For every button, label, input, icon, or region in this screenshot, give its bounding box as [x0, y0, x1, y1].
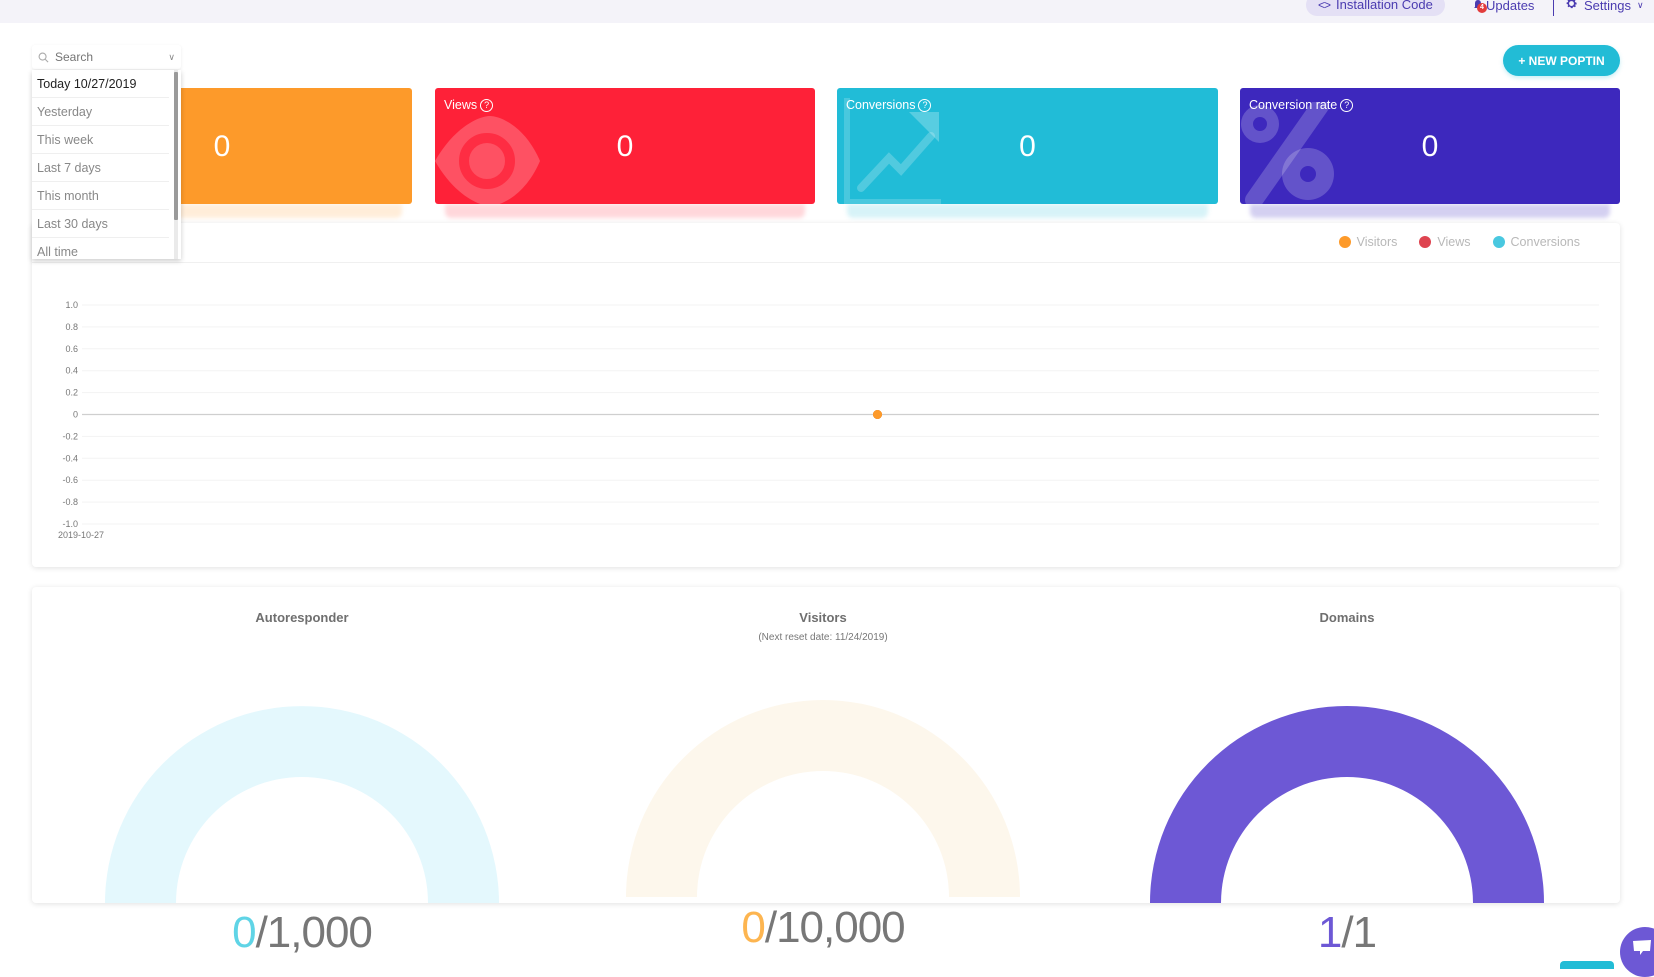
used-count: 0 — [741, 903, 766, 952]
dropdown-item-last-7-days[interactable]: Last 7 days — [32, 154, 169, 182]
y-tick-label: 0.2 — [65, 388, 78, 398]
stat-card-views: Views ? 0 — [435, 88, 815, 204]
gauge-subtitle-visitors: (Next reset date: 11/24/2019) — [758, 632, 888, 643]
updates-button[interactable]: 4 Updates — [1472, 0, 1534, 16]
scrollbar-thumb[interactable] — [174, 72, 178, 220]
x-tick-label: 2019-10-27 — [58, 530, 104, 540]
dropdown-item-this-week[interactable]: This week — [32, 126, 169, 154]
stat-label: Conversions ? — [846, 98, 932, 112]
gauge-fill-domains — [1150, 705, 1544, 903]
stat-label: Views ? — [444, 98, 494, 112]
y-tick-label: -0.4 — [62, 453, 78, 463]
top-bar: <> Installation Code 4 Updates Settings … — [0, 0, 1654, 23]
dropdown-item-this-month[interactable]: This month — [32, 182, 169, 210]
stat-card-conversions: Conversions ? 0 — [837, 88, 1218, 204]
gauge-count-visitors: 0/10,000 — [623, 903, 1023, 953]
data-point-visitors — [873, 410, 882, 419]
count-separator: / — [1341, 908, 1353, 957]
chevron-down-icon[interactable]: ∨ — [168, 52, 175, 63]
dropdown-item-all-time[interactable]: All time — [32, 238, 169, 259]
gauge-title-autoresponder: Autoresponder — [255, 610, 349, 625]
card-shadow — [847, 204, 1208, 218]
stat-value: 0 — [1421, 130, 1439, 163]
y-tick-label: 0 — [73, 410, 78, 420]
help-icon[interactable]: ? — [918, 98, 932, 112]
total-count: 1 — [1352, 908, 1378, 957]
chevron-down-icon: ∨ — [1636, 0, 1644, 10]
stat-label-text: Conversions — [846, 98, 916, 112]
card-shadow — [1250, 204, 1610, 218]
stat-label-text: Conversion rate — [1249, 98, 1338, 112]
stat-value: 0 — [1019, 130, 1036, 163]
search-input[interactable] — [55, 50, 155, 64]
y-tick-label: -0.6 — [62, 475, 78, 485]
gear-icon — [1565, 0, 1578, 13]
updates-label: Updates — [1486, 0, 1535, 13]
gauge-count-autoresponder: 0/1,000 — [102, 908, 502, 958]
chat-tab[interactable] — [1560, 961, 1614, 969]
total-count: 10,000 — [776, 903, 906, 952]
stats-chart-card: Visitors Views Conversions 1.0 0.8 0.6 0.4 0… — [32, 223, 1620, 567]
search-icon — [38, 52, 49, 62]
help-icon[interactable]: ? — [1340, 98, 1354, 112]
code-icon: <> — [1318, 0, 1331, 12]
usage-gauges-card: Autoresponder Visitors (Next reset date:… — [32, 587, 1620, 903]
stat-value: 0 — [616, 130, 634, 163]
gauge-track-domains — [1150, 706, 1544, 903]
total-count: 1,000 — [266, 908, 373, 957]
count-separator: / — [255, 908, 268, 957]
dropdown-item-last-30-days[interactable]: Last 30 days — [32, 210, 169, 238]
installation-code-button[interactable]: <> Installation Code — [1306, 0, 1445, 16]
y-tick-label: 1.0 — [65, 300, 78, 310]
chat-icon — [1633, 940, 1651, 955]
new-poptin-button[interactable]: + NEW POPTIN — [1503, 45, 1620, 76]
gauge-track-autoresponder — [105, 706, 499, 903]
divider — [1553, 0, 1554, 16]
gauge-title-visitors: Visitors — [799, 610, 847, 625]
used-count: 0 — [232, 908, 257, 957]
dropdown-item-yesterday[interactable]: Yesterday — [32, 98, 169, 126]
installation-code-label: Installation Code — [1336, 0, 1433, 12]
y-tick-label: -1.0 — [62, 519, 78, 529]
gauge-track-visitors — [626, 700, 1020, 897]
help-icon[interactable]: ? — [480, 98, 494, 112]
bell-icon: 4 — [1472, 0, 1487, 13]
date-range-search[interactable]: ∨ — [32, 45, 181, 69]
y-tick-label: 0.8 — [65, 322, 78, 332]
line-chart: 1.0 0.8 0.6 0.4 0.2 0 -0.2 -0.4 -0.6 -0.8 -1.02019… — [58, 300, 1599, 540]
y-tick-label: 0.4 — [65, 366, 78, 376]
settings-menu[interactable]: Settings ∨ — [1565, 0, 1644, 16]
gauge-count-domains: 1/1 — [1147, 908, 1547, 958]
gauge-title-domains: Domains — [1319, 610, 1375, 625]
stat-label-text: Views — [444, 98, 478, 112]
y-tick-label: -0.8 — [62, 497, 78, 507]
card-shadow — [445, 204, 805, 218]
dropdown-item-today[interactable]: Today 10/27/2019 — [32, 70, 169, 98]
stat-label: Conversion rate ? — [1249, 98, 1354, 112]
date-range-dropdown: Today 10/27/2019 Yesterday This week Las… — [32, 70, 181, 259]
y-tick-label: -0.2 — [62, 431, 78, 441]
count-separator: / — [764, 903, 777, 952]
y-tick-label: 0.6 — [65, 344, 78, 354]
settings-label: Settings — [1584, 0, 1631, 13]
updates-badge: 4 — [1477, 3, 1487, 13]
stat-card-conversion-rate: Conversion rate ? 0 — [1240, 88, 1620, 204]
used-count: 1 — [1317, 908, 1343, 957]
chat-widget-button[interactable] — [1620, 927, 1654, 977]
